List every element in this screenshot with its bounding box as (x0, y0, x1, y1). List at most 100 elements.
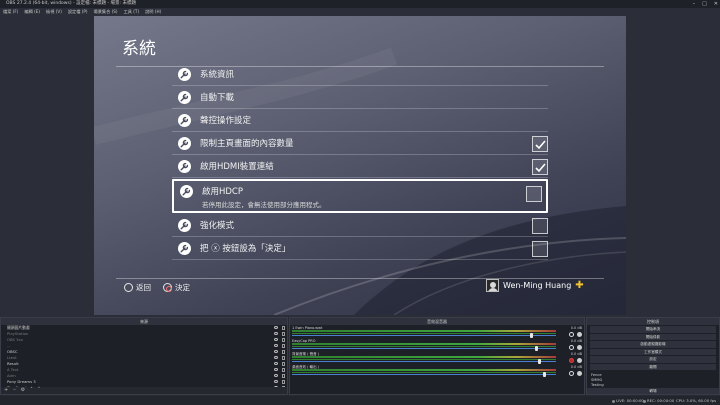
fader-knob[interactable] (529, 333, 533, 338)
eye-icon[interactable] (274, 368, 278, 371)
minimize-button[interactable]: – (693, 0, 696, 8)
add-source-button[interactable]: + (4, 387, 8, 394)
lock-icon[interactable] (282, 362, 285, 366)
menu-item-limit-home-content[interactable]: 限制主頁畫面的內容數量 (172, 133, 548, 155)
menu-item-system-info[interactable]: 系統資訊 (172, 64, 548, 86)
fader-knob[interactable] (542, 372, 546, 377)
speaker-icon[interactable] (569, 345, 574, 350)
gear-icon[interactable] (577, 345, 582, 350)
lock-icon[interactable] (282, 350, 285, 354)
back-label: 返回 (136, 283, 151, 292)
source-name: Adm (7, 373, 16, 378)
lock-icon[interactable] (282, 326, 285, 330)
volume-meter (292, 356, 556, 358)
gear-icon[interactable] (577, 371, 582, 376)
lock-icon[interactable] (282, 380, 285, 384)
volume-fader[interactable] (292, 374, 556, 375)
source-name: Result (7, 361, 19, 366)
source-name: 開頭圖片動畫 (7, 325, 30, 330)
eye-icon[interactable] (274, 326, 278, 329)
back-hint[interactable]: 返回 (124, 282, 151, 293)
menu-profile[interactable]: 設定檔 (P) (68, 8, 88, 15)
dock-title: 來源 (1, 318, 287, 325)
settings-button[interactable]: 設定 (590, 356, 716, 363)
speaker-icon[interactable] (569, 371, 574, 376)
track-db: 0.0 dB (570, 352, 582, 356)
volume-fader[interactable] (292, 335, 556, 336)
remove-source-button[interactable]: – (13, 387, 16, 394)
checkmark-icon (535, 163, 546, 173)
eye-icon[interactable] (274, 356, 278, 359)
checkbox-unchecked[interactable] (532, 241, 548, 257)
menu-item-x-button-confirm[interactable]: 把 ⓧ 按鈕設為「決定」 (172, 238, 548, 260)
eye-icon[interactable] (274, 344, 278, 347)
menu-file[interactable]: 檔案 (F) (3, 8, 18, 15)
lock-icon[interactable] (282, 332, 285, 336)
fader-knob[interactable] (537, 359, 541, 364)
confirm-hint[interactable]: 決定 (163, 282, 190, 293)
dock-title: 控制項 (587, 318, 719, 325)
window-controls: – □ ✕ (693, 0, 718, 8)
eye-icon[interactable] (274, 332, 278, 335)
muted-speaker-icon[interactable] (569, 358, 574, 363)
lock-icon[interactable] (282, 368, 285, 372)
checkbox-checked[interactable] (532, 159, 548, 175)
volume-fader[interactable] (292, 348, 556, 349)
eye-icon[interactable] (274, 338, 278, 341)
menu-item-hdcp-selected[interactable]: 啟用HDCP 若停用此設定，會無法使用部分應用程式。 (172, 179, 548, 213)
studio-mode-button[interactable]: 工作室模式 (590, 348, 716, 355)
lock-icon[interactable] (282, 338, 285, 342)
fader-knob[interactable] (534, 346, 538, 351)
gear-icon[interactable] (577, 358, 582, 363)
menu-item-label: 啟用HDCP (202, 187, 243, 197)
move-up-button[interactable]: ˄ (30, 387, 33, 394)
gear-icon[interactable] (577, 332, 582, 337)
menu-item-voice-control[interactable]: 聲控操作設定 (172, 110, 548, 132)
lock-icon[interactable] (282, 374, 285, 378)
track-db: 0.0 dB (570, 365, 582, 369)
cpu-status: CPU: 3.0%, 60.00 fps (676, 398, 717, 403)
menu-item-label: 啟用HDMI裝置連結 (200, 162, 274, 172)
lock-icon[interactable] (282, 356, 285, 360)
circle-button-icon (163, 283, 172, 292)
user-profile: Wen-Ming Huang ✚ (486, 279, 584, 292)
menu-view[interactable]: 檢視 (V) (46, 8, 62, 15)
checkbox-unchecked[interactable] (526, 186, 542, 202)
window-title: OBS 27.2.4 (64-bit, windows) - 設定檔: 未標題 … (6, 1, 136, 6)
wrench-icon (178, 160, 191, 173)
volume-meter (292, 346, 556, 347)
ps4-preview-screen: 系統 系統資訊 自動下載 聲控操作設定 限制主頁畫面的內容數量 啟用HDMI裝置… (94, 16, 626, 315)
eye-icon[interactable] (274, 380, 278, 383)
menu-scene-collection[interactable]: 場景集合 (S) (94, 8, 118, 15)
start-recording-button[interactable]: 開始錄影 (590, 333, 716, 340)
confirm-label: 決定 (175, 283, 190, 292)
virtual-camera-button[interactable]: 啟動虛擬攝影機 (590, 341, 716, 348)
lock-icon[interactable] (282, 344, 285, 348)
eye-icon[interactable] (274, 350, 278, 353)
menu-edit[interactable]: 編輯 (E) (24, 8, 40, 15)
menu-item-boost-mode[interactable]: 強化模式 (172, 215, 548, 237)
move-down-button[interactable]: ˅ (38, 387, 41, 394)
eye-icon[interactable] (274, 374, 278, 377)
menu-item-auto-download[interactable]: 自動下載 (172, 87, 548, 109)
eye-icon[interactable] (274, 362, 278, 365)
close-button[interactable]: ✕ (714, 0, 718, 8)
checkbox-unchecked[interactable] (532, 218, 548, 234)
exit-button[interactable]: 離開 (590, 363, 716, 370)
wrench-icon (178, 219, 191, 232)
maximize-button[interactable]: □ (702, 0, 707, 8)
volume-fader[interactable] (292, 361, 556, 362)
mixer-track: 1 Ewin Piano.wwt 0.0 dB (290, 326, 584, 338)
menu-item-hdmi-link[interactable]: 啟用HDMI裝置連結 (172, 156, 548, 178)
wrench-icon (178, 137, 191, 150)
speaker-icon[interactable] (569, 332, 574, 337)
menu-tools[interactable]: 工具 (T) (124, 8, 140, 15)
menu-help[interactable]: 說明 (H) (145, 8, 161, 15)
start-streaming-button[interactable]: 開始串流 (590, 326, 716, 333)
mixer-track: 桌面音效 ( 輸出 ) 0.0 dB (290, 365, 584, 377)
rec-dot-icon (643, 399, 646, 403)
checkbox-checked[interactable] (532, 136, 548, 152)
source-properties-button[interactable]: ⚙ (21, 387, 25, 394)
track-db: 0.0 dB (570, 339, 582, 343)
rec-status: REC: 00:00:00 (643, 396, 674, 405)
